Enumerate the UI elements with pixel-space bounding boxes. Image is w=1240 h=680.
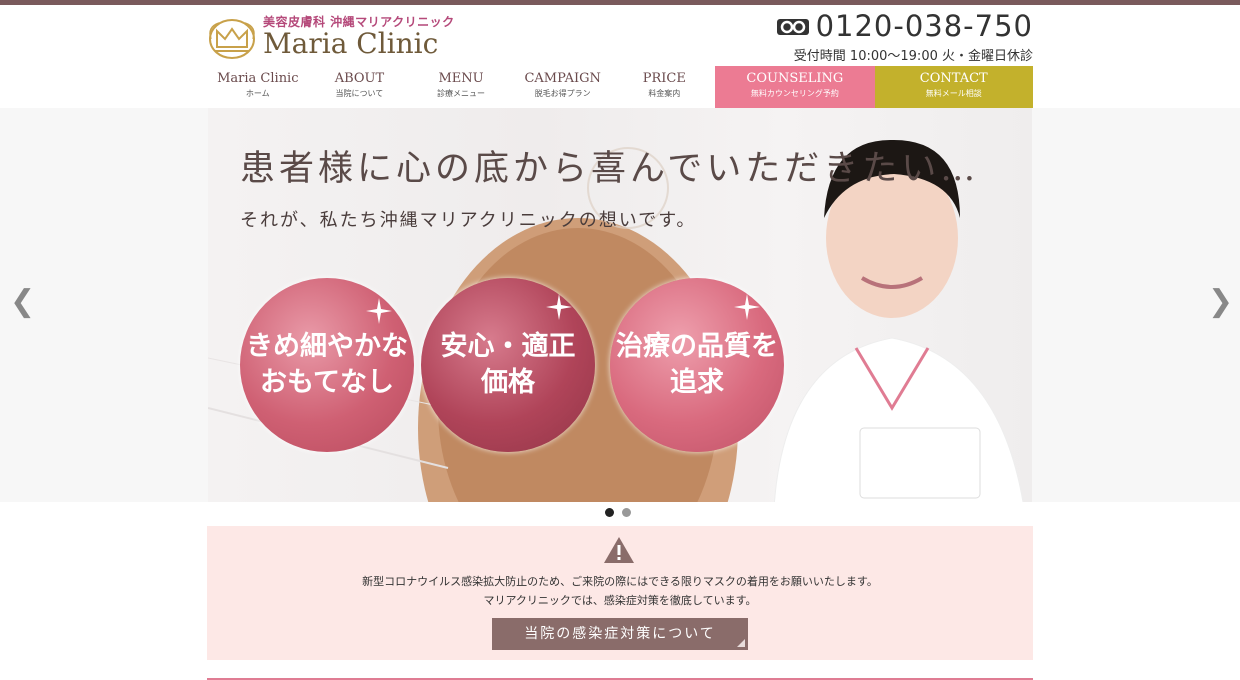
slider-dot[interactable]: [622, 508, 631, 517]
sparkle-icon: [734, 294, 760, 320]
nav-item-label: CAMPAIGN: [524, 71, 601, 86]
main-nav: Maria Clinic ホーム ABOUT 当院について MENU 診療メニュ…: [207, 66, 1033, 108]
nav-item-label: COUNSELING: [746, 71, 844, 86]
clinic-emblem-icon: [209, 19, 255, 59]
hero-slider[interactable]: 患者様に心の底から喜んでいただきたい… それが、私たち沖縄マリアクリニックの想い…: [208, 108, 1032, 502]
nav-item-sublabel: 当院について: [335, 89, 384, 98]
nav-item-sublabel: 料金案内: [648, 89, 681, 98]
corner-arrow-icon: [737, 639, 745, 647]
nav-item-label: Maria Clinic: [217, 71, 299, 86]
nav-item-contact[interactable]: CONTACT 無料メール相談: [874, 66, 1033, 108]
nav-item-campaign[interactable]: CAMPAIGN 脱毛お得プラン: [512, 66, 614, 108]
nav-item-home[interactable]: Maria Clinic ホーム: [207, 66, 309, 108]
badge-label: 安心・適正 価格: [440, 331, 576, 398]
badge-label: きめ細やかな おもてなし: [246, 331, 408, 398]
hero-subline: それが、私たち沖縄マリアクリニックの想いです。: [240, 210, 697, 231]
nav-item-sublabel: ホーム: [245, 89, 270, 98]
slider-prev-arrow-icon[interactable]: ❮: [10, 284, 35, 319]
free-dial-icon: [777, 19, 809, 35]
warning-icon: [604, 537, 634, 563]
business-hours: 受付時間 10:00〜19:00 火・金曜日休診: [793, 49, 1033, 64]
infection-control-button[interactable]: 当院の感染症対策について: [492, 618, 748, 650]
hero-headline: 患者様に心の底から喜んでいただきたい…: [240, 149, 980, 189]
notice-text: マリアクリニックでは、感染症対策を徹底しています。: [483, 594, 757, 607]
nav-item-counseling[interactable]: COUNSELING 無料カウンセリング予約: [715, 66, 875, 108]
nav-item-about[interactable]: ABOUT 当院について: [309, 66, 411, 108]
slider-next-arrow-icon[interactable]: ❯: [1208, 284, 1233, 319]
logo[interactable]: 美容皮膚科 沖縄マリアクリニック Maria Clinic: [207, 11, 454, 63]
nav-item-sublabel: 無料メール相談: [925, 89, 982, 98]
nav-item-sublabel: 脱毛お得プラン: [534, 89, 591, 98]
nav-item-sublabel: 診療メニュー: [437, 89, 486, 98]
button-label: 当院の感染症対策について: [524, 626, 716, 642]
logo-title: Maria Clinic: [263, 27, 439, 60]
slider-dots: [605, 508, 631, 517]
nav-item-label: PRICE: [642, 71, 686, 86]
nav-item-menu[interactable]: MENU 診療メニュー: [410, 66, 512, 108]
sparkle-icon: [546, 294, 572, 320]
nav-item-price[interactable]: PRICE 料金案内: [614, 66, 716, 108]
sparkle-icon: [366, 298, 392, 324]
phone-number[interactable]: 0120-038-750: [816, 9, 1033, 43]
nav-item-sublabel: 無料カウンセリング予約: [750, 89, 839, 98]
slider-dot[interactable]: [605, 508, 614, 517]
notice-text: 新型コロナウイルス感染拡大防止のため、ご来院の際にはできる限りマスクの着用をお願…: [362, 575, 878, 588]
badge-label: 治療の品質を 追求: [616, 331, 778, 398]
nav-item-label: MENU: [438, 71, 484, 86]
nav-item-label: CONTACT: [919, 71, 988, 86]
nav-item-label: ABOUT: [334, 71, 385, 86]
covid-notice: 新型コロナウイルス感染拡大防止のため、ご来院の際にはできる限りマスクの着用をお願…: [207, 526, 1033, 660]
phone-block[interactable]: 0120-038-750 受付時間 10:00〜19:00 火・金曜日休診: [773, 9, 1033, 64]
header: 美容皮膚科 沖縄マリアクリニック Maria Clinic 0120-038-7…: [207, 5, 1033, 67]
